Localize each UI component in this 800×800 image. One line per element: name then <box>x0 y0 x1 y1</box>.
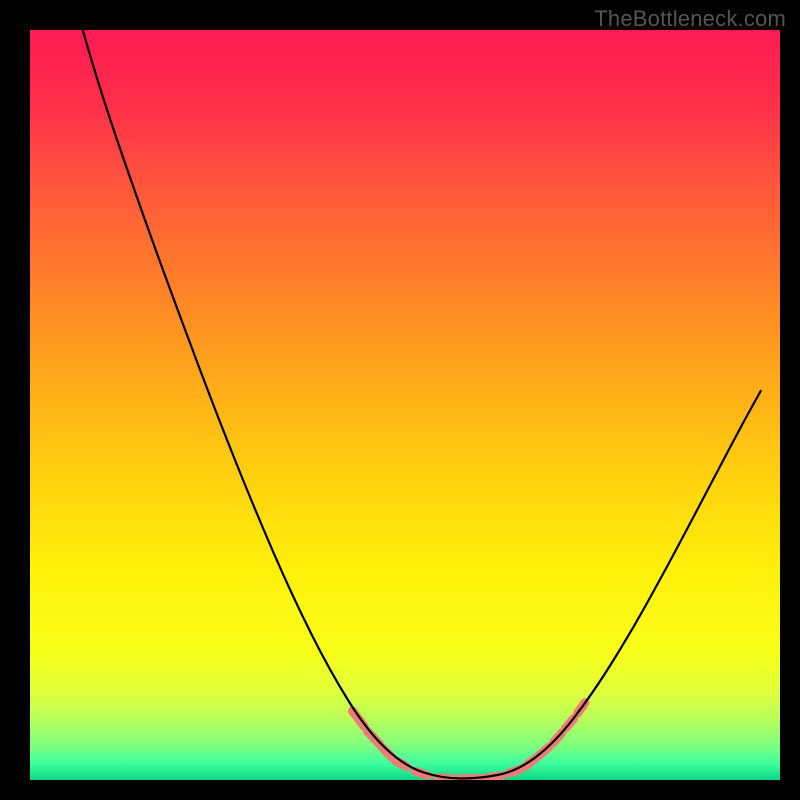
chart-container: TheBottleneck.com <box>0 0 800 800</box>
watermark-text: TheBottleneck.com <box>594 6 786 32</box>
chart-gradient-background <box>30 30 780 780</box>
bottleneck-curve-chart <box>0 0 800 800</box>
